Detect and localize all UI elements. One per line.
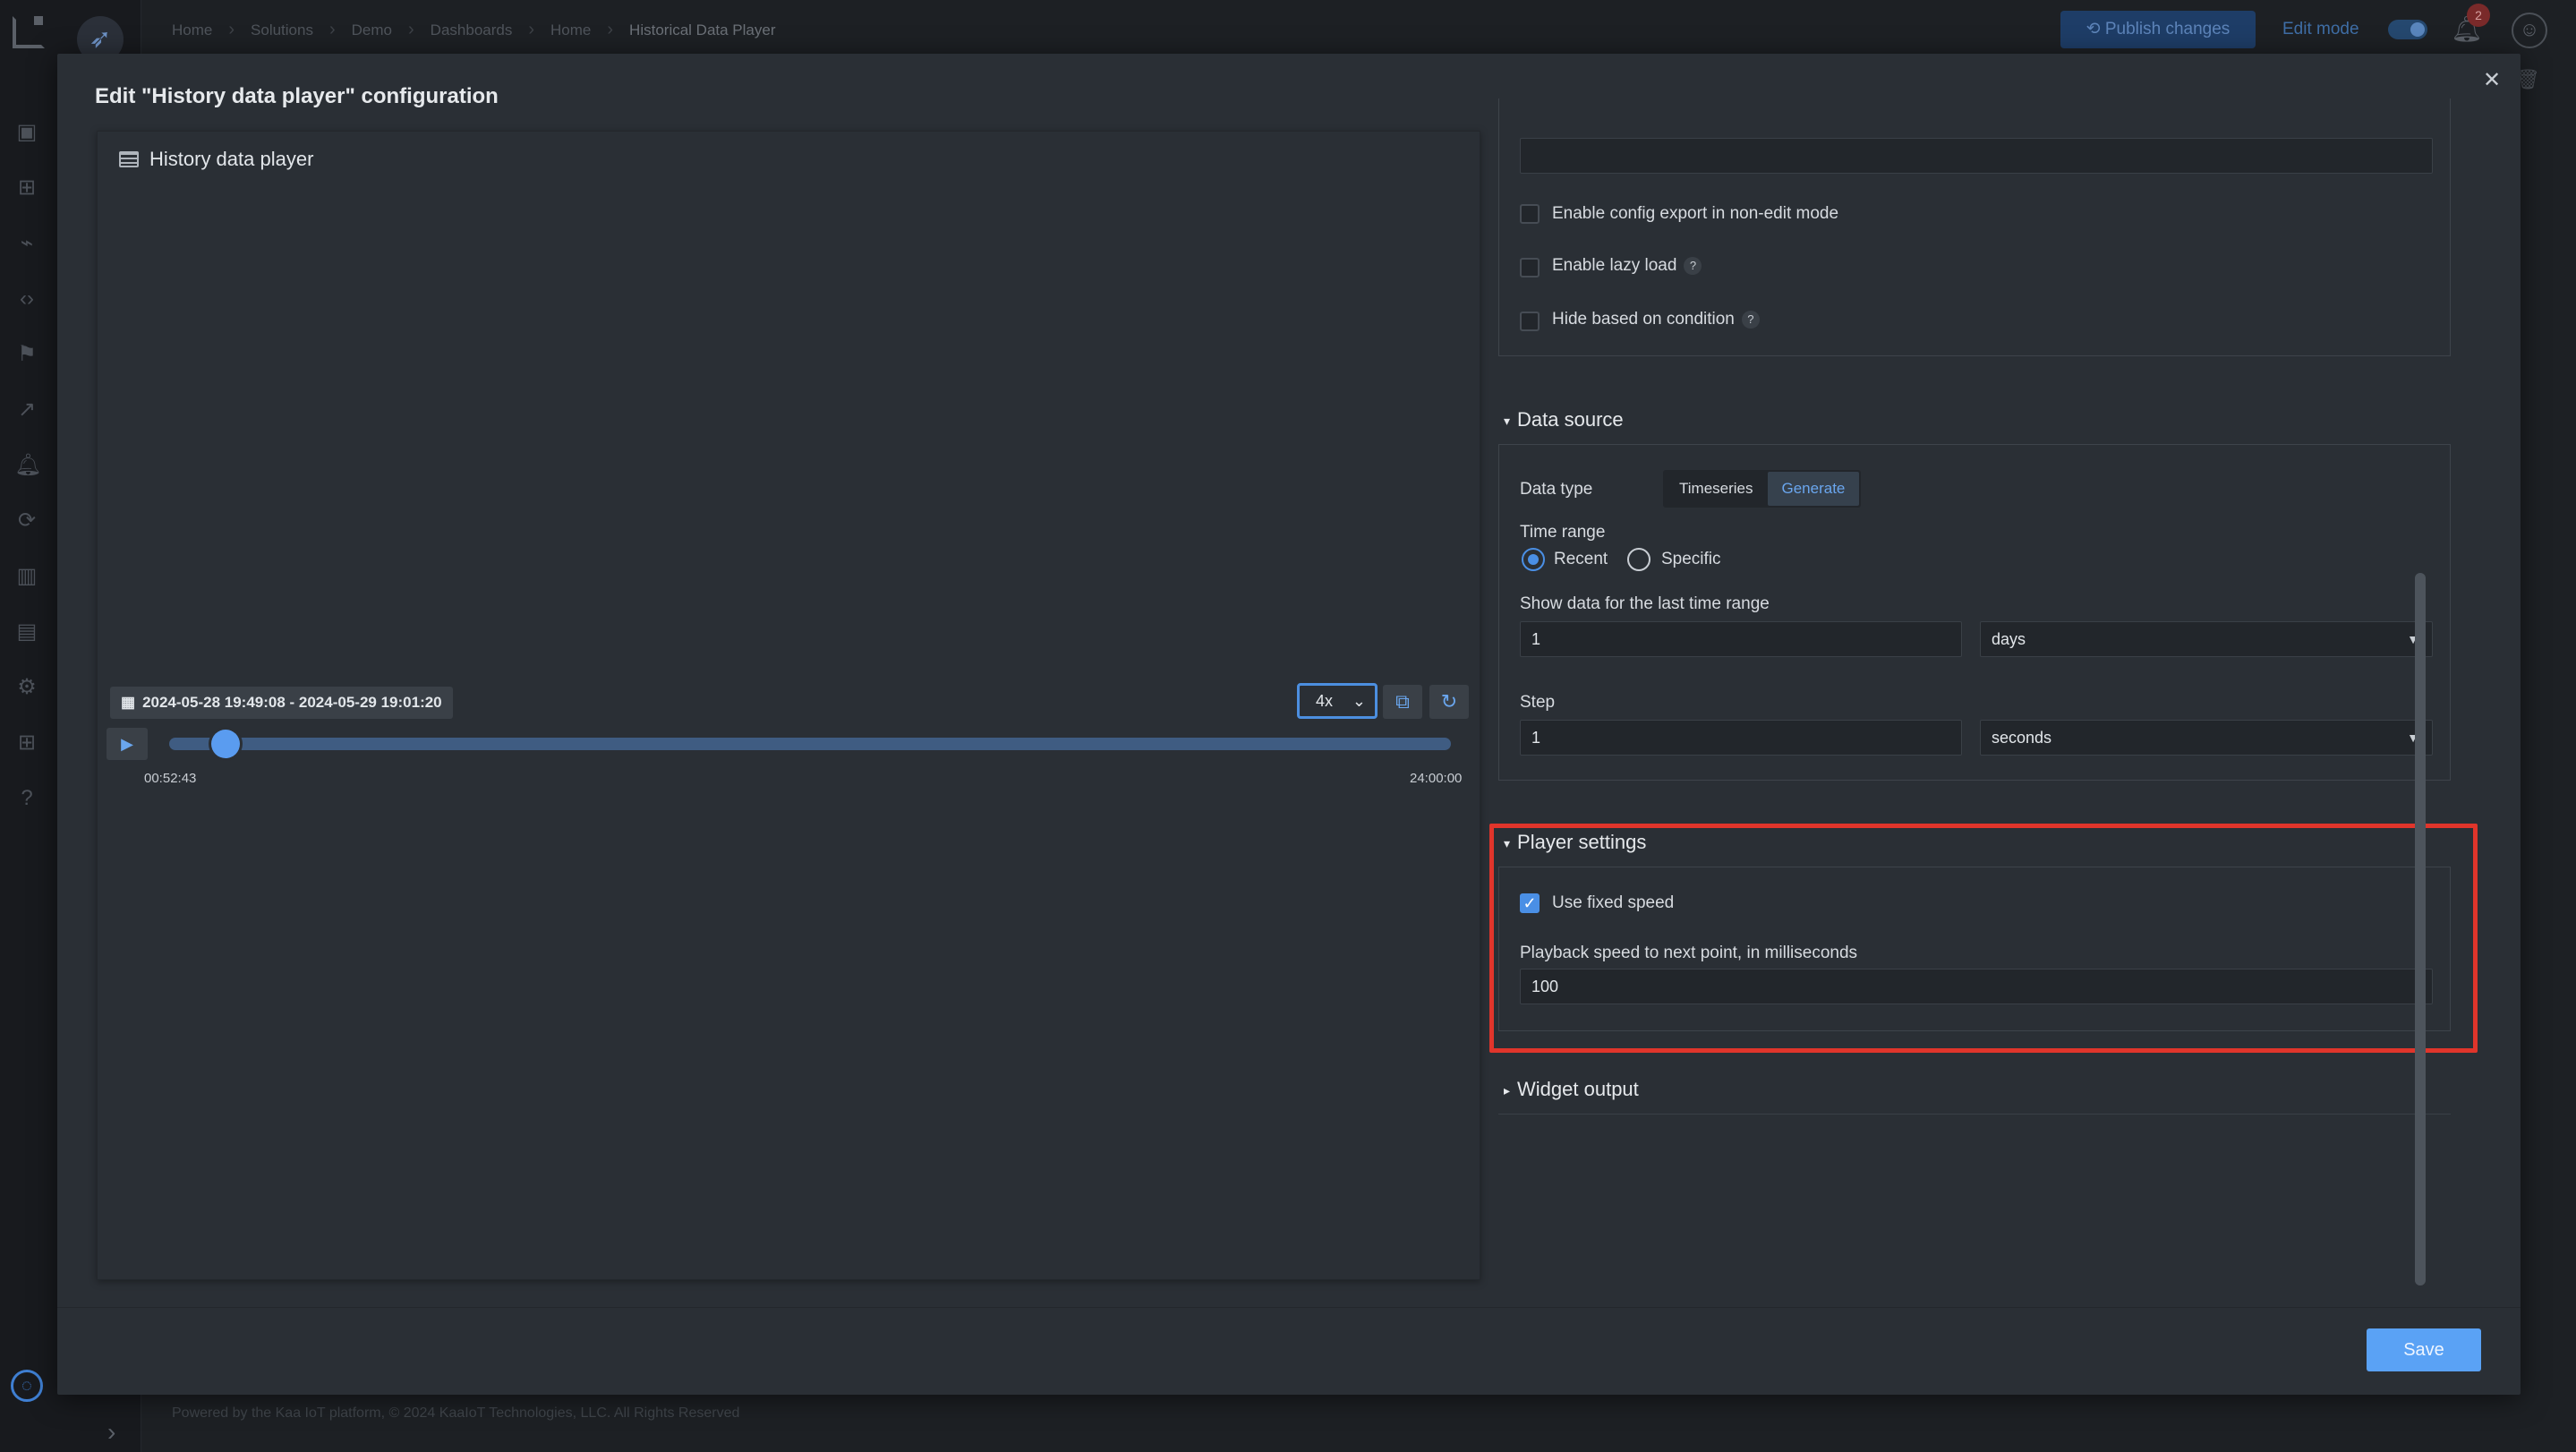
help-icon[interactable]: ? [1741,310,1760,329]
data-source-header[interactable]: ▾ Data source [1504,408,1624,431]
playback-speed-label: Playback speed to next point, in millise… [1520,944,1858,962]
publish-label: Publish changes [2104,20,2231,38]
zoom-add-button[interactable]: ⧉ [1383,685,1422,719]
end-time: 24:00:00 [1410,771,1463,786]
building-icon[interactable]: ▥ [14,564,39,589]
speed-select[interactable]: 4x ⌄ [1297,683,1378,719]
trend-icon[interactable]: ↗ [14,397,39,423]
enable-lazy-load-label: Enable lazy load [1552,256,1677,275]
settings-icon[interactable]: ⚙ [14,675,39,700]
caret-down-icon: ▾ [1504,413,1511,428]
table-icon [119,151,139,167]
breadcrumb-item[interactable]: Home [172,21,212,39]
last-range-label: Show data for the last time range [1520,594,1770,613]
notification-badge: 2 [2467,4,2490,27]
publish-changes-button[interactable]: ⟲ Publish changes [2060,11,2256,48]
chevron-right-icon: › [607,20,614,39]
play-button[interactable]: ▶ [107,728,148,760]
kaa-logo-dot [34,16,43,25]
last-range-unit-value: days [1992,630,2026,648]
timeline-track[interactable] [169,738,1451,750]
player-settings-title: Player settings [1517,831,1647,853]
modal-footer-divider [57,1307,2521,1308]
title-input[interactable] [1520,138,2433,174]
date-range-picker[interactable]: ▦ 2024-05-28 19:49:08 - 2024-05-29 19:01… [110,687,453,719]
player-settings-header[interactable]: ▾ Player settings [1504,831,1646,854]
divider [1498,1114,2451,1115]
timeline-thumb[interactable] [210,730,240,758]
speed-value: 4x [1316,691,1334,710]
close-icon[interactable]: ✕ [2478,66,2506,95]
time-range-recent-radio[interactable] [1522,548,1545,571]
current-time: 00:52:43 [144,771,197,786]
breadcrumb-item[interactable]: Solutions [251,21,313,39]
chevron-right-icon: › [408,20,414,39]
expand-sidebar-icon[interactable]: › [107,1418,115,1447]
calendar-icon: ▦ [121,694,136,711]
help-icon[interactable]: ? [1684,256,1702,275]
chevron-right-icon: › [228,20,235,39]
code-icon[interactable]: ‹› [14,286,39,312]
user-avatar-icon[interactable]: ☺ [2512,13,2547,48]
help-icon[interactable]: ? [14,786,39,811]
data-source-title: Data source [1517,408,1624,431]
last-range-unit-select[interactable]: days ▼ [1980,621,2433,657]
step-unit-select[interactable]: seconds ▼ [1980,720,2433,756]
data-type-label: Data type [1520,480,1593,499]
refresh-button[interactable]: ↻ [1429,685,1469,719]
step-label: Step [1520,693,1556,712]
step-input[interactable]: 1 [1520,720,1962,756]
devices-icon[interactable]: ⌁ [14,231,39,256]
modal-title: Edit "History data player" configuration [95,84,499,108]
save-button[interactable]: Save [2367,1328,2481,1371]
widget-output-title: Widget output [1517,1078,1639,1100]
scrollbar-thumb[interactable] [2415,573,2426,1285]
step-unit-value: seconds [1992,729,2052,747]
chevron-right-icon: › [528,20,535,39]
time-range-label: Time range [1520,523,1606,542]
last-range-input[interactable]: 1 [1520,621,1962,657]
widget-preview: History data player ▦ 2024-05-28 19:49:0… [97,131,1480,1280]
folder-icon[interactable]: ▤ [14,619,39,645]
enable-config-export-label: Enable config export in non-edit mode [1552,204,1839,223]
breadcrumb: Home › Solutions › Demo › Dashboards › Home ›… [172,20,776,40]
breadcrumb-item[interactable]: Home [550,21,591,39]
footer-copyright: Powered by the Kaa IoT platform, © 2024 … [172,1405,740,1421]
chevron-down-icon: ⌄ [1352,691,1366,710]
integrations-icon[interactable]: ⟳ [14,508,39,534]
apps-grid-icon[interactable]: ⊞ [14,175,39,201]
use-fixed-speed-checkbox[interactable]: ✓ [1520,893,1540,913]
hide-on-condition-checkbox[interactable] [1520,312,1540,331]
breadcrumb-item[interactable]: Demo [352,21,392,39]
caret-right-icon: ▸ [1504,1082,1511,1098]
hide-on-condition-row: Hide based on condition? [1552,310,1760,329]
edit-mode-label: Edit mode [2282,20,2359,38]
widget-header: History data player [119,148,313,171]
time-range-specific-label: Specific [1661,550,1721,568]
analytics-icon[interactable]: ⚑ [14,342,39,367]
use-fixed-speed-label: Use fixed speed [1552,893,1675,912]
dashboard-icon[interactable]: ▣ [14,120,39,145]
modules-icon[interactable]: ⊞ [14,730,39,756]
edit-mode-toggle[interactable] [2388,20,2427,39]
chat-icon[interactable]: ◌ [11,1370,43,1402]
time-range-recent-label: Recent [1554,550,1608,568]
breadcrumb-current: Historical Data Player [629,21,776,38]
alerts-icon[interactable]: 🔔︎ [14,453,41,478]
caret-down-icon: ▾ [1504,835,1511,850]
widget-title: History data player [149,148,314,170]
chevron-right-icon: › [328,20,336,39]
enable-config-export-checkbox[interactable] [1520,204,1540,224]
time-range-specific-radio[interactable] [1627,548,1651,571]
data-type-generate[interactable]: Generate [1767,472,1860,506]
enable-lazy-load-checkbox[interactable] [1520,258,1540,278]
data-type-toggle: Timeseries Generate [1663,470,1862,508]
hide-on-condition-label: Hide based on condition [1552,310,1735,329]
widget-output-header[interactable]: ▸ Widget output [1504,1078,1639,1101]
breadcrumb-item[interactable]: Dashboards [431,21,513,39]
date-range-text: 2024-05-28 19:49:08 - 2024-05-29 19:01:2… [142,694,442,711]
enable-lazy-load-row: Enable lazy load? [1552,256,1702,276]
playback-speed-input[interactable]: 100 [1520,969,2433,1004]
data-type-timeseries[interactable]: Timeseries [1665,472,1768,506]
